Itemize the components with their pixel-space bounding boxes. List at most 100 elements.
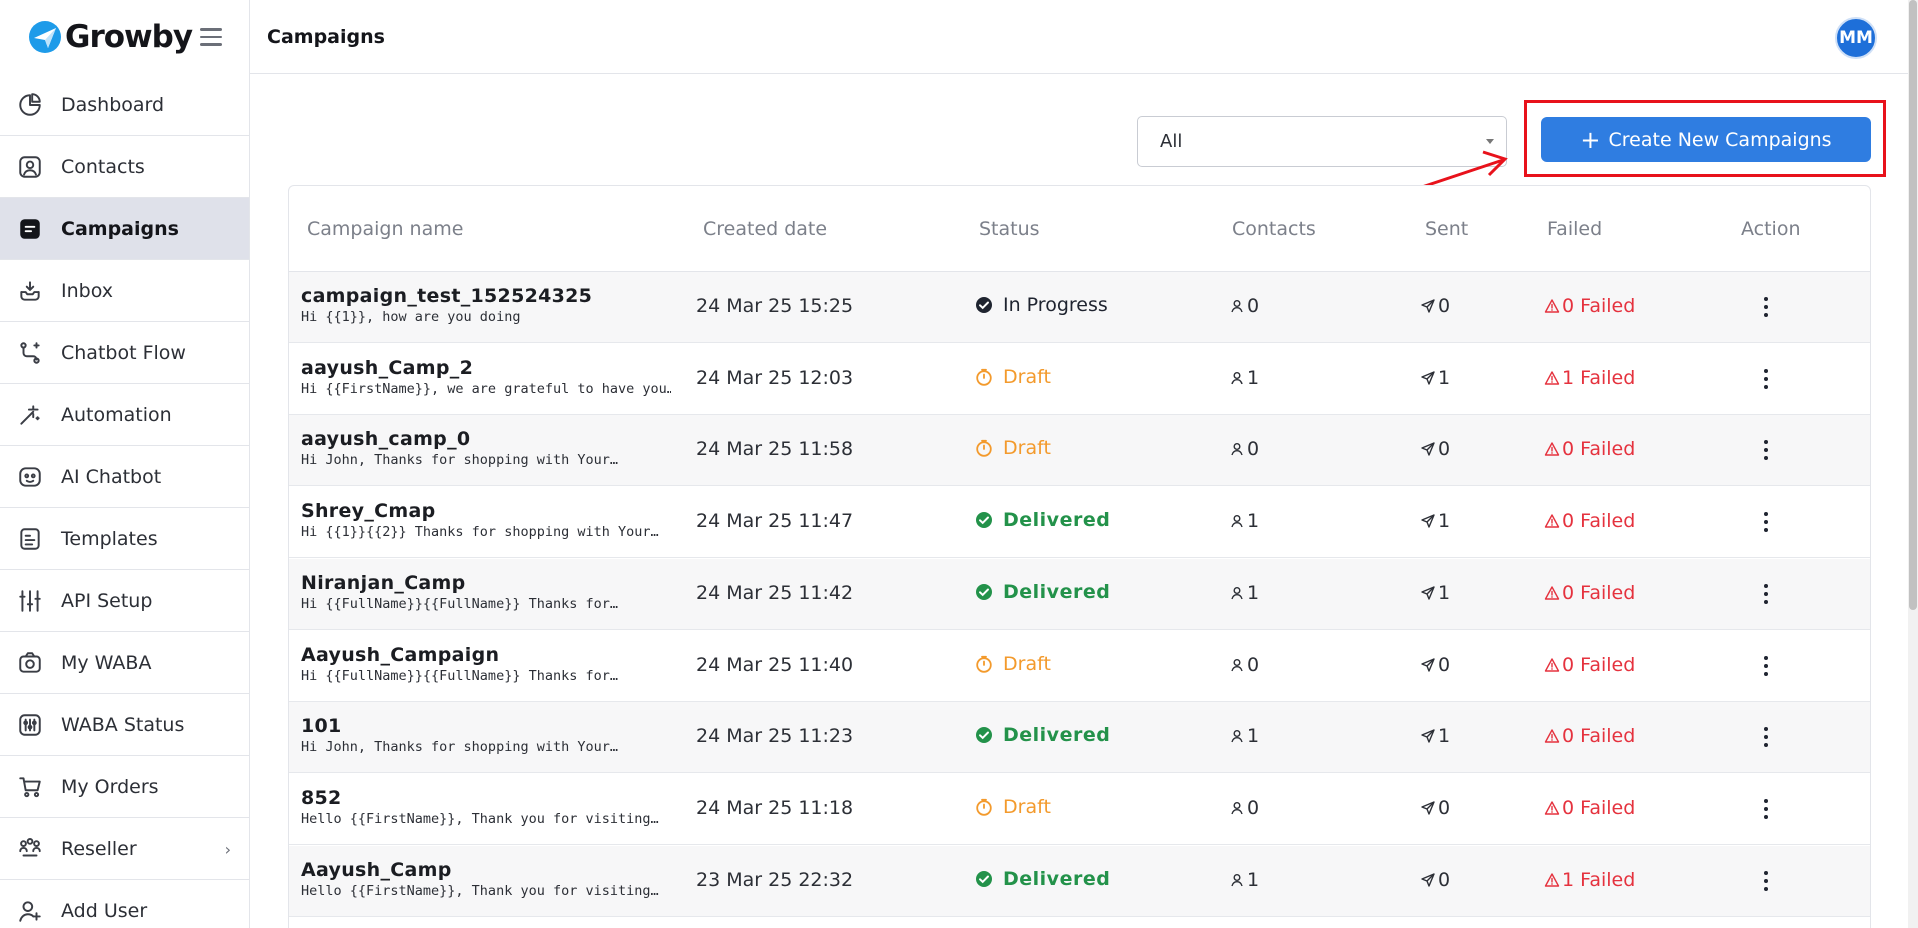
status-badge: Draft	[975, 653, 1051, 675]
sidebar-item-label: Reseller	[61, 837, 137, 860]
more-options-icon[interactable]	[1754, 651, 1778, 681]
table-row[interactable]: Shrey_Cmap Hi {{1}}{{2}} Thanks for shop…	[289, 487, 1870, 559]
sent-count: 1	[1420, 725, 1450, 747]
contacts-count: 1	[1229, 869, 1259, 891]
status-filter-select[interactable]: All	[1137, 116, 1507, 167]
warning-icon	[1544, 370, 1562, 386]
send-icon	[1420, 585, 1438, 601]
delivered-status-icon	[975, 726, 1003, 744]
status-label: Draft	[1003, 437, 1051, 460]
hamburger-menu-icon[interactable]	[200, 28, 222, 46]
draft-status-icon	[975, 439, 1003, 458]
brand-name: Growby	[65, 19, 193, 55]
contacts-count: 0	[1229, 654, 1259, 676]
waba-status-icon	[16, 711, 44, 739]
campaign-name-cell: Aayush_Camp Hello {{FirstName}}, Thank y…	[301, 859, 671, 899]
failed-value: 0 Failed	[1562, 510, 1636, 533]
sidebar-item-templates[interactable]: Templates	[0, 508, 249, 570]
more-options-icon[interactable]	[1754, 292, 1778, 322]
sidebar-item-add-user[interactable]: Add User	[0, 880, 249, 928]
campaign-name[interactable]: aayush_Camp_2	[301, 357, 671, 379]
table-row[interactable]: Niranjan_Camp Hi {{FullName}}{{FullName}…	[289, 558, 1870, 630]
campaign-name[interactable]: Aayush_Camp	[301, 859, 671, 881]
failed-count: 0 Failed	[1544, 797, 1635, 819]
sidebar-item-contacts[interactable]: Contacts	[0, 136, 249, 198]
warning-icon	[1544, 728, 1562, 744]
created-date: 24 Mar 25 11:23	[696, 725, 854, 748]
table-row[interactable]: Aayush_Camp Hello {{FirstName}}, Thank y…	[289, 845, 1870, 917]
avatar[interactable]: MM	[1835, 17, 1877, 59]
created-date: 24 Mar 25 11:58	[696, 438, 854, 461]
warning-icon	[1544, 800, 1562, 816]
campaign-name[interactable]: Aayush_Campaign	[301, 644, 671, 666]
sidebar-item-label: Add User	[61, 899, 148, 922]
table-row[interactable]: 852 Hello {{FirstName}}, Thank you for v…	[289, 774, 1870, 845]
topbar: Campaigns MM	[250, 0, 1918, 74]
sent-value: 1	[1438, 581, 1451, 604]
campaign-message-preview: Hi John, Thanks for shopping with Your…	[301, 452, 618, 469]
campaign-name[interactable]: 852	[301, 787, 671, 809]
contacts-value: 0	[1247, 796, 1260, 819]
table-row[interactable]: Aayush_Campaign Hi {{FullName}}{{FullNam…	[289, 631, 1870, 702]
created-date: 24 Mar 25 11:47	[696, 510, 854, 533]
table-row[interactable]: aayush_camp_0 Hi John, Thanks for shoppi…	[289, 415, 1870, 487]
campaign-name-cell: 101 Hi John, Thanks for shopping with Yo…	[301, 715, 671, 755]
sidebar-item-reseller[interactable]: Reseller ›	[0, 818, 249, 880]
send-icon	[1420, 800, 1438, 816]
create-campaign-button[interactable]: + Create New Campaigns	[1541, 117, 1871, 162]
table-row[interactable]: aayush_Camp_2 Hi {{FirstName}}, we are g…	[289, 344, 1870, 415]
status-label: Draft	[1003, 365, 1051, 388]
status-label: Delivered	[1003, 867, 1111, 890]
sidebar-item-campaigns[interactable]: Campaigns	[0, 198, 249, 260]
my-orders-icon	[16, 773, 44, 801]
sidebar-item-label: WABA Status	[61, 713, 185, 736]
status-badge: Draft	[975, 796, 1051, 818]
sidebar-item-my-waba[interactable]: My WABA	[0, 632, 249, 694]
table-row[interactable]: 101 Hi John, Thanks for shopping with Yo…	[289, 702, 1870, 774]
campaign-name[interactable]: Niranjan_Camp	[301, 572, 671, 594]
campaign-name-cell: Shrey_Cmap Hi {{1}}{{2}} Thanks for shop…	[301, 500, 671, 540]
table-row[interactable]: campaign_test_152524325 Hi {{1}}, how ar…	[289, 272, 1870, 343]
warning-icon	[1544, 657, 1562, 673]
campaign-name[interactable]: 101	[301, 715, 671, 737]
sent-value: 0	[1438, 796, 1451, 819]
more-options-icon[interactable]	[1754, 722, 1778, 752]
more-options-icon[interactable]	[1754, 579, 1778, 609]
contacts-count: 1	[1229, 367, 1259, 389]
sidebar-item-dashboard[interactable]: Dashboard	[0, 74, 249, 136]
sent-value: 0	[1438, 438, 1451, 461]
sent-count: 0	[1420, 654, 1450, 676]
warning-icon	[1544, 441, 1562, 457]
sidebar-item-waba-status[interactable]: WABA Status	[0, 694, 249, 756]
sidebar-item-chatbot-flow[interactable]: Chatbot Flow	[0, 322, 249, 384]
campaign-name[interactable]: campaign_test_152524325	[301, 285, 671, 307]
my-waba-icon	[16, 649, 44, 677]
created-date: 24 Mar 25 11:18	[696, 796, 854, 819]
more-options-icon[interactable]	[1754, 507, 1778, 537]
sidebar-item-my-orders[interactable]: My Orders	[0, 756, 249, 818]
sent-value: 0	[1438, 653, 1451, 676]
user-icon	[1229, 441, 1247, 457]
column-header-failed: Failed	[1547, 218, 1603, 240]
failed-count: 0 Failed	[1544, 654, 1635, 676]
campaign-message-preview: Hi John, Thanks for shopping with Your…	[301, 739, 618, 756]
page-scrollbar[interactable]	[1908, 0, 1918, 928]
failed-value: 0 Failed	[1562, 725, 1636, 748]
status-badge: In Progress	[975, 294, 1108, 316]
created-date: 24 Mar 25 15:25	[696, 295, 854, 317]
sidebar-item-api-setup[interactable]: API Setup	[0, 570, 249, 632]
sidebar-item-inbox[interactable]: Inbox	[0, 260, 249, 322]
campaign-name[interactable]: aayush_camp_0	[301, 428, 671, 450]
more-options-icon[interactable]	[1754, 364, 1778, 394]
sidebar-item-automation[interactable]: Automation	[0, 384, 249, 446]
more-options-icon[interactable]	[1754, 435, 1778, 465]
status-badge: Draft	[975, 366, 1051, 388]
more-options-icon[interactable]	[1754, 866, 1778, 896]
contacts-value: 1	[1247, 366, 1260, 389]
more-options-icon[interactable]	[1754, 794, 1778, 824]
scrollbar-thumb[interactable]	[1909, 0, 1917, 610]
create-campaign-label: Create New Campaigns	[1608, 128, 1832, 151]
sidebar-item-ai-chatbot[interactable]: AI Chatbot	[0, 446, 249, 508]
campaign-name[interactable]: Shrey_Cmap	[301, 500, 671, 522]
created-date: 23 Mar 25 22:32	[696, 868, 854, 891]
